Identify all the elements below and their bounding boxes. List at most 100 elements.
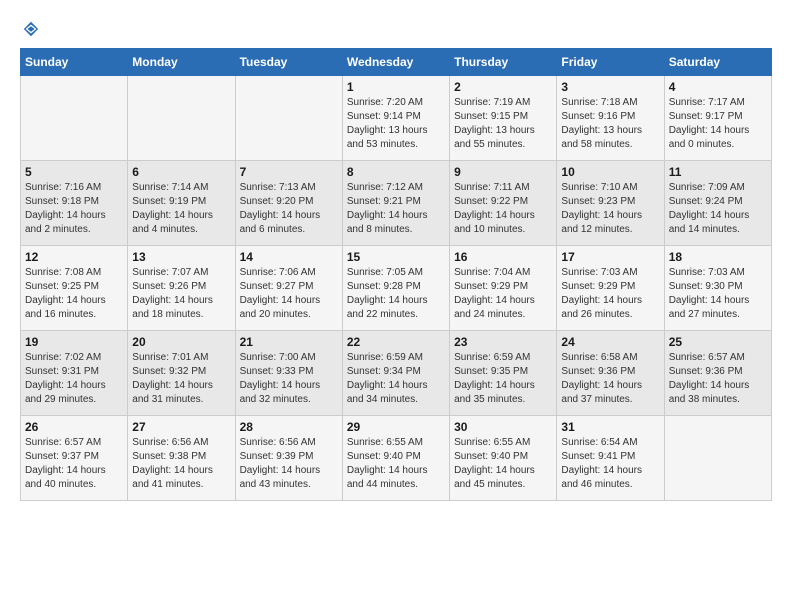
calendar-cell: 8 Sunrise: 7:12 AM Sunset: 9:21 PM Daylig… [342, 161, 449, 246]
calendar-cell: 22 Sunrise: 6:59 AM Sunset: 9:34 PM Dayli… [342, 331, 449, 416]
calendar-header-saturday: Saturday [664, 49, 771, 76]
day-info: Sunrise: 7:04 AM Sunset: 9:29 PM Dayligh… [454, 266, 552, 322]
day-number: 28 [240, 420, 338, 434]
page-header [20, 20, 772, 38]
day-info: Sunrise: 6:57 AM Sunset: 9:37 PM Dayligh… [25, 436, 123, 492]
calendar-cell: 3 Sunrise: 7:18 AM Sunset: 9:16 PM Daylig… [557, 76, 664, 161]
calendar-table: SundayMondayTuesdayWednesdayThursdayFrid… [20, 48, 772, 501]
calendar-cell: 13 Sunrise: 7:07 AM Sunset: 9:26 PM Dayli… [128, 246, 235, 331]
calendar-header-friday: Friday [557, 49, 664, 76]
day-info: Sunrise: 6:59 AM Sunset: 9:35 PM Dayligh… [454, 351, 552, 407]
day-info: Sunrise: 6:58 AM Sunset: 9:36 PM Dayligh… [561, 351, 659, 407]
day-info: Sunrise: 7:03 AM Sunset: 9:29 PM Dayligh… [561, 266, 659, 322]
logo-icon [22, 20, 40, 38]
day-info: Sunrise: 7:03 AM Sunset: 9:30 PM Dayligh… [669, 266, 767, 322]
day-number: 8 [347, 165, 445, 179]
calendar-week-4: 19Sunrise: 7:02 AM Sunset: 9:31 PM Dayli… [21, 331, 772, 416]
day-info: Sunrise: 6:56 AM Sunset: 9:38 PM Dayligh… [132, 436, 230, 492]
calendar-cell: 18Sunrise: 7:03 AM Sunset: 9:30 PM Dayli… [664, 246, 771, 331]
calendar-cell: 7 Sunrise: 7:13 AM Sunset: 9:20 PM Daylig… [235, 161, 342, 246]
calendar-cell: 29 Sunrise: 6:55 AM Sunset: 9:40 PM Dayli… [342, 416, 449, 501]
calendar-header-monday: Monday [128, 49, 235, 76]
calendar-cell: 5 Sunrise: 7:16 AM Sunset: 9:18 PM Daylig… [21, 161, 128, 246]
day-number: 23 [454, 335, 552, 349]
day-number: 5 [25, 165, 123, 179]
calendar-week-5: 26 Sunrise: 6:57 AM Sunset: 9:37 PM Dayli… [21, 416, 772, 501]
day-info: Sunrise: 7:12 AM Sunset: 9:21 PM Dayligh… [347, 181, 445, 237]
day-info: Sunrise: 6:59 AM Sunset: 9:34 PM Dayligh… [347, 351, 445, 407]
day-number: 25 [669, 335, 767, 349]
calendar-cell: 14 Sunrise: 7:06 AM Sunset: 9:27 PM Dayli… [235, 246, 342, 331]
day-number: 9 [454, 165, 552, 179]
day-number: 7 [240, 165, 338, 179]
day-info: Sunrise: 7:19 AM Sunset: 9:15 PM Dayligh… [454, 96, 552, 152]
day-info: Sunrise: 7:01 AM Sunset: 9:32 PM Dayligh… [132, 351, 230, 407]
calendar-cell: 20 Sunrise: 7:01 AM Sunset: 9:32 PM Dayli… [128, 331, 235, 416]
day-number: 10 [561, 165, 659, 179]
day-number: 22 [347, 335, 445, 349]
day-info: Sunrise: 6:55 AM Sunset: 9:40 PM Dayligh… [347, 436, 445, 492]
calendar-cell: 15 Sunrise: 7:05 AM Sunset: 9:28 PM Dayli… [342, 246, 449, 331]
calendar-cell: 6 Sunrise: 7:14 AM Sunset: 9:19 PM Daylig… [128, 161, 235, 246]
calendar-cell [235, 76, 342, 161]
calendar-cell: 27 Sunrise: 6:56 AM Sunset: 9:38 PM Dayli… [128, 416, 235, 501]
day-info: Sunrise: 7:17 AM Sunset: 9:17 PM Dayligh… [669, 96, 767, 152]
calendar-cell: 26 Sunrise: 6:57 AM Sunset: 9:37 PM Dayli… [21, 416, 128, 501]
calendar-header-sunday: Sunday [21, 49, 128, 76]
day-number: 15 [347, 250, 445, 264]
day-number: 3 [561, 80, 659, 94]
calendar-week-1: 1Sunrise: 7:20 AM Sunset: 9:14 PM Daylig… [21, 76, 772, 161]
day-number: 4 [669, 80, 767, 94]
calendar-cell: 17 Sunrise: 7:03 AM Sunset: 9:29 PM Dayli… [557, 246, 664, 331]
day-number: 19 [25, 335, 123, 349]
calendar-cell: 21Sunrise: 7:00 AM Sunset: 9:33 PM Dayli… [235, 331, 342, 416]
calendar-cell: 31 Sunrise: 6:54 AM Sunset: 9:41 PM Dayli… [557, 416, 664, 501]
day-info: Sunrise: 6:57 AM Sunset: 9:36 PM Dayligh… [669, 351, 767, 407]
day-info: Sunrise: 7:18 AM Sunset: 9:16 PM Dayligh… [561, 96, 659, 152]
day-info: Sunrise: 7:07 AM Sunset: 9:26 PM Dayligh… [132, 266, 230, 322]
day-number: 2 [454, 80, 552, 94]
calendar-cell [128, 76, 235, 161]
calendar-cell: 2 Sunrise: 7:19 AM Sunset: 9:15 PM Daylig… [450, 76, 557, 161]
calendar-cell: 10 Sunrise: 7:10 AM Sunset: 9:23 PM Dayli… [557, 161, 664, 246]
calendar-cell: 16 Sunrise: 7:04 AM Sunset: 9:29 PM Dayli… [450, 246, 557, 331]
calendar-cell: 4 Sunrise: 7:17 AM Sunset: 9:17 PM Daylig… [664, 76, 771, 161]
calendar-cell [664, 416, 771, 501]
calendar-cell: 11Sunrise: 7:09 AM Sunset: 9:24 PM Dayli… [664, 161, 771, 246]
calendar-cell: 12Sunrise: 7:08 AM Sunset: 9:25 PM Dayli… [21, 246, 128, 331]
day-info: Sunrise: 7:08 AM Sunset: 9:25 PM Dayligh… [25, 266, 123, 322]
calendar-cell: 28 Sunrise: 6:56 AM Sunset: 9:39 PM Dayli… [235, 416, 342, 501]
day-number: 20 [132, 335, 230, 349]
calendar-header-row: SundayMondayTuesdayWednesdayThursdayFrid… [21, 49, 772, 76]
day-number: 24 [561, 335, 659, 349]
day-number: 17 [561, 250, 659, 264]
day-info: Sunrise: 7:00 AM Sunset: 9:33 PM Dayligh… [240, 351, 338, 407]
day-number: 11 [669, 165, 767, 179]
calendar-cell [21, 76, 128, 161]
calendar-header-wednesday: Wednesday [342, 49, 449, 76]
day-info: Sunrise: 7:14 AM Sunset: 9:19 PM Dayligh… [132, 181, 230, 237]
day-info: Sunrise: 6:55 AM Sunset: 9:40 PM Dayligh… [454, 436, 552, 492]
day-number: 14 [240, 250, 338, 264]
day-info: Sunrise: 7:05 AM Sunset: 9:28 PM Dayligh… [347, 266, 445, 322]
day-info: Sunrise: 7:11 AM Sunset: 9:22 PM Dayligh… [454, 181, 552, 237]
day-number: 27 [132, 420, 230, 434]
day-info: Sunrise: 7:20 AM Sunset: 9:14 PM Dayligh… [347, 96, 445, 152]
day-number: 13 [132, 250, 230, 264]
day-info: Sunrise: 6:56 AM Sunset: 9:39 PM Dayligh… [240, 436, 338, 492]
calendar-cell: 19Sunrise: 7:02 AM Sunset: 9:31 PM Dayli… [21, 331, 128, 416]
calendar-cell: 9 Sunrise: 7:11 AM Sunset: 9:22 PM Daylig… [450, 161, 557, 246]
day-info: Sunrise: 6:54 AM Sunset: 9:41 PM Dayligh… [561, 436, 659, 492]
day-info: Sunrise: 7:16 AM Sunset: 9:18 PM Dayligh… [25, 181, 123, 237]
day-number: 26 [25, 420, 123, 434]
day-number: 29 [347, 420, 445, 434]
calendar-cell: 24 Sunrise: 6:58 AM Sunset: 9:36 PM Dayli… [557, 331, 664, 416]
day-number: 31 [561, 420, 659, 434]
day-info: Sunrise: 7:13 AM Sunset: 9:20 PM Dayligh… [240, 181, 338, 237]
day-number: 6 [132, 165, 230, 179]
day-info: Sunrise: 7:10 AM Sunset: 9:23 PM Dayligh… [561, 181, 659, 237]
calendar-week-3: 12Sunrise: 7:08 AM Sunset: 9:25 PM Dayli… [21, 246, 772, 331]
calendar-header-tuesday: Tuesday [235, 49, 342, 76]
day-number: 16 [454, 250, 552, 264]
day-info: Sunrise: 7:06 AM Sunset: 9:27 PM Dayligh… [240, 266, 338, 322]
